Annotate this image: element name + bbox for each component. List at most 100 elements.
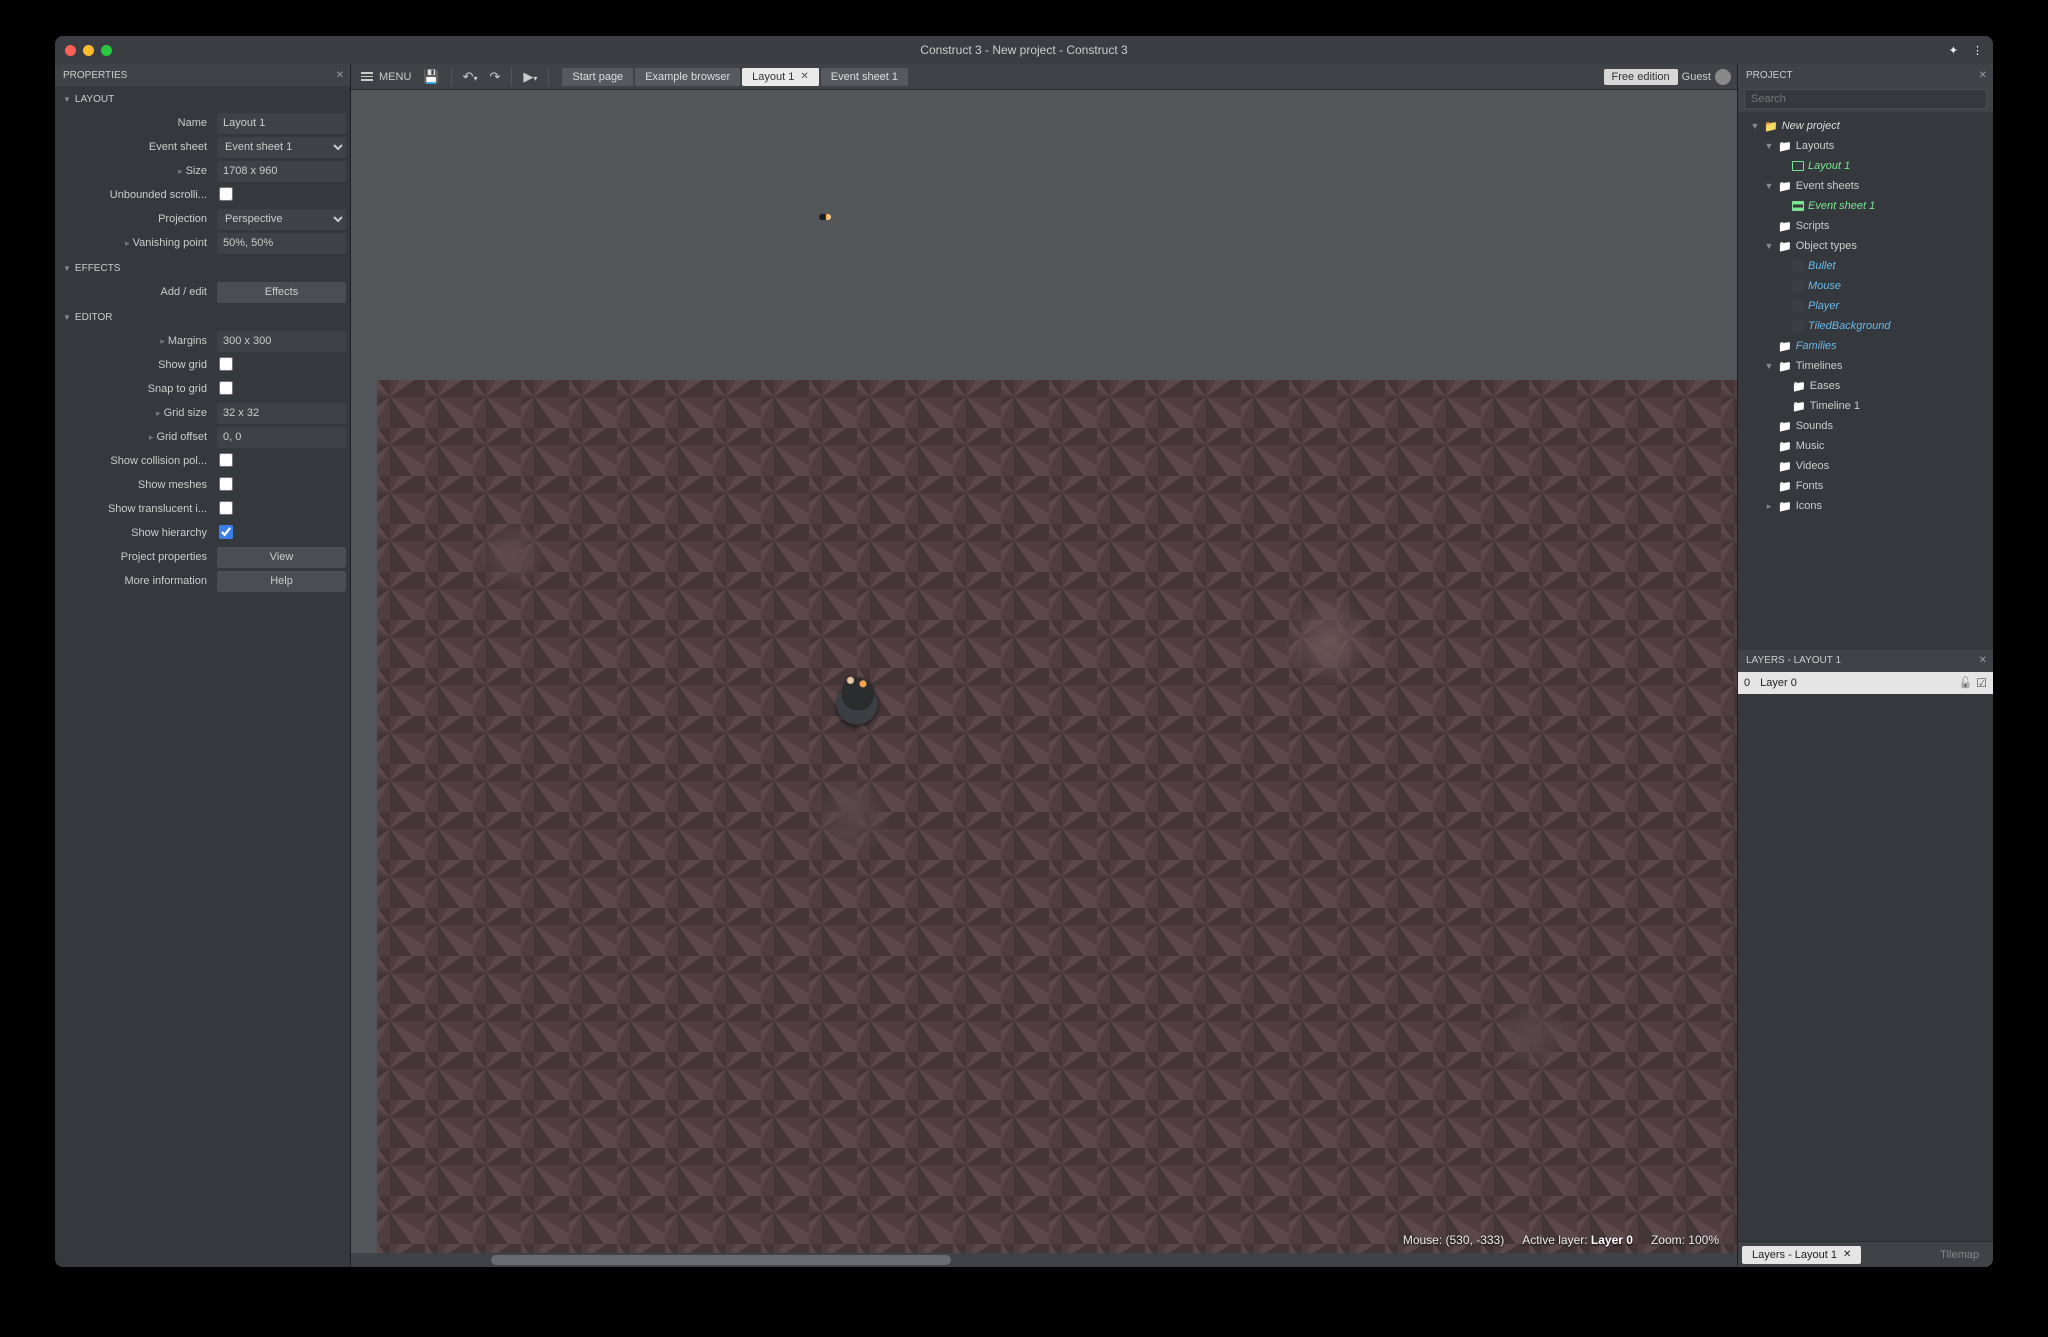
checkbox-unbounded[interactable] <box>219 187 233 201</box>
maximize-window-button[interactable] <box>101 45 112 56</box>
label-collision: Show collision pol... <box>59 455 211 467</box>
checkbox-hierarchy[interactable] <box>219 525 233 539</box>
object-icon <box>1792 280 1804 292</box>
help-button[interactable]: Help <box>217 571 346 592</box>
play-icon[interactable]: ▶▾ <box>519 68 541 86</box>
redo-icon[interactable]: ↷ <box>486 68 505 86</box>
layout-canvas[interactable]: Mouse: (530, -333) Active layer: Layer 0… <box>351 90 1737 1267</box>
center-area: MENU 💾 ↶▾ ↷ ▶▾ Start page Example browse… <box>351 64 1737 1267</box>
tree-event-sheets[interactable]: Event sheets <box>1740 176 1991 196</box>
view-button[interactable]: View <box>217 547 346 568</box>
tree-player[interactable]: Player <box>1740 296 1991 316</box>
guest-account[interactable]: Guest <box>1682 69 1731 85</box>
free-edition-badge[interactable]: Free edition <box>1604 69 1678 85</box>
object-icon <box>1792 260 1804 272</box>
lock-icon[interactable] <box>1959 676 1973 690</box>
tiled-background-object[interactable] <box>377 380 1737 1253</box>
close-icon[interactable]: ✕ <box>336 70 344 81</box>
bottom-tab-layers[interactable]: Layers - Layout 1✕ <box>1742 1246 1861 1264</box>
status-active-layer: Active layer: Layer 0 <box>1522 1233 1633 1247</box>
input-size[interactable] <box>217 161 346 182</box>
checkbox-showgrid[interactable] <box>219 357 233 371</box>
close-window-button[interactable] <box>65 45 76 56</box>
layer-row-0[interactable]: 0 Layer 0 <box>1738 672 1993 694</box>
folder-icon <box>1778 240 1792 253</box>
tree-new-project[interactable]: New project <box>1740 116 1991 136</box>
tree-scripts[interactable]: Scripts <box>1740 216 1991 236</box>
layers-list: 0 Layer 0 <box>1738 672 1993 712</box>
minimize-window-button[interactable] <box>83 45 94 56</box>
scrollbar-thumb[interactable] <box>491 1255 951 1265</box>
folder-icon <box>1778 140 1792 153</box>
effects-button[interactable]: Effects <box>217 282 346 303</box>
input-vanishing[interactable] <box>217 233 346 254</box>
tree-sounds[interactable]: Sounds <box>1740 416 1991 436</box>
label-vanishing: Vanishing point <box>59 237 211 249</box>
bottom-tab-bar: Layers - Layout 1✕ Tilemap <box>1738 1241 1993 1267</box>
folder-icon <box>1778 360 1792 373</box>
status-bar: Mouse: (530, -333) Active layer: Layer 0… <box>1403 1233 1719 1247</box>
extensions-icon[interactable] <box>1949 44 1958 57</box>
close-icon[interactable]: ✕ <box>1979 70 1987 81</box>
tab-event-sheet-1[interactable]: Event sheet 1 <box>821 68 909 86</box>
status-mouse: Mouse: (530, -333) <box>1403 1233 1504 1247</box>
tree-layout-1[interactable]: Layout 1 <box>1740 156 1991 176</box>
visibility-icon[interactable] <box>1976 676 1987 690</box>
bottom-tab-tilemap[interactable]: Tilemap <box>1930 1246 1989 1264</box>
input-layout-name[interactable] <box>217 113 346 134</box>
player-sprite[interactable] <box>833 660 883 728</box>
select-projection[interactable]: Perspective <box>217 209 346 230</box>
app-window: Construct 3 - New project - Construct 3 … <box>55 36 1993 1267</box>
select-event-sheet[interactable]: Event sheet 1 <box>217 137 346 158</box>
tab-start-page[interactable]: Start page <box>562 68 634 86</box>
tree-eases[interactable]: Eases <box>1740 376 1991 396</box>
bullet-sprite[interactable] <box>819 214 831 220</box>
tab-bar: Start page Example browser Layout 1✕ Eve… <box>562 68 910 86</box>
folder-icon <box>1778 420 1792 433</box>
label-hierarchy: Show hierarchy <box>59 527 211 539</box>
close-icon[interactable]: ✕ <box>1843 1249 1851 1260</box>
undo-icon[interactable]: ↶▾ <box>459 68 482 86</box>
properties-title: PROPERTIES <box>63 70 127 81</box>
input-gridsize[interactable] <box>217 403 346 424</box>
input-gridoffset[interactable] <box>217 427 346 448</box>
project-title: PROJECT <box>1746 70 1793 81</box>
checkbox-meshes[interactable] <box>219 477 233 491</box>
tree-music[interactable]: Music <box>1740 436 1991 456</box>
tab-example-browser[interactable]: Example browser <box>635 68 741 86</box>
close-icon[interactable]: ✕ <box>800 71 808 82</box>
close-icon[interactable]: ✕ <box>1979 655 1987 666</box>
tree-families[interactable]: Families <box>1740 336 1991 356</box>
tree-videos[interactable]: Videos <box>1740 456 1991 476</box>
menu-button[interactable]: MENU <box>357 69 415 85</box>
label-showgrid: Show grid <box>59 359 211 371</box>
folder-icon <box>1792 400 1806 413</box>
checkbox-snaptogrid[interactable] <box>219 381 233 395</box>
project-search-input[interactable] <box>1744 89 1987 109</box>
tree-bullet[interactable]: Bullet <box>1740 256 1991 276</box>
titlebar: Construct 3 - New project - Construct 3 <box>55 36 1993 64</box>
label-margins: Margins <box>59 335 211 347</box>
save-icon[interactable]: 💾 <box>419 68 443 86</box>
horizontal-scrollbar[interactable] <box>351 1253 1737 1267</box>
input-margins[interactable] <box>217 331 346 352</box>
tree-timeline-1[interactable]: Timeline 1 <box>1740 396 1991 416</box>
checkbox-translucent[interactable] <box>219 501 233 515</box>
project-tree: New project Layouts Layout 1 Event sheet… <box>1738 112 1993 650</box>
tree-tiledbg[interactable]: TiledBackground <box>1740 316 1991 336</box>
label-snaptogrid: Snap to grid <box>59 383 211 395</box>
tree-icons[interactable]: Icons <box>1740 496 1991 516</box>
tree-fonts[interactable]: Fonts <box>1740 476 1991 496</box>
layout-section-header[interactable]: LAYOUT <box>59 92 346 107</box>
effects-section-header[interactable]: EFFECTS <box>59 261 346 276</box>
tree-timelines[interactable]: Timelines <box>1740 356 1991 376</box>
tab-layout-1[interactable]: Layout 1✕ <box>742 68 820 86</box>
checkbox-collision[interactable] <box>219 453 233 467</box>
tree-layouts[interactable]: Layouts <box>1740 136 1991 156</box>
tree-mouse[interactable]: Mouse <box>1740 276 1991 296</box>
label-translucent: Show translucent i... <box>59 503 211 515</box>
tree-object-types[interactable]: Object types <box>1740 236 1991 256</box>
editor-section-header[interactable]: EDITOR <box>59 310 346 325</box>
tree-event-sheet-1[interactable]: Event sheet 1 <box>1740 196 1991 216</box>
more-menu-icon[interactable] <box>1972 44 1983 57</box>
